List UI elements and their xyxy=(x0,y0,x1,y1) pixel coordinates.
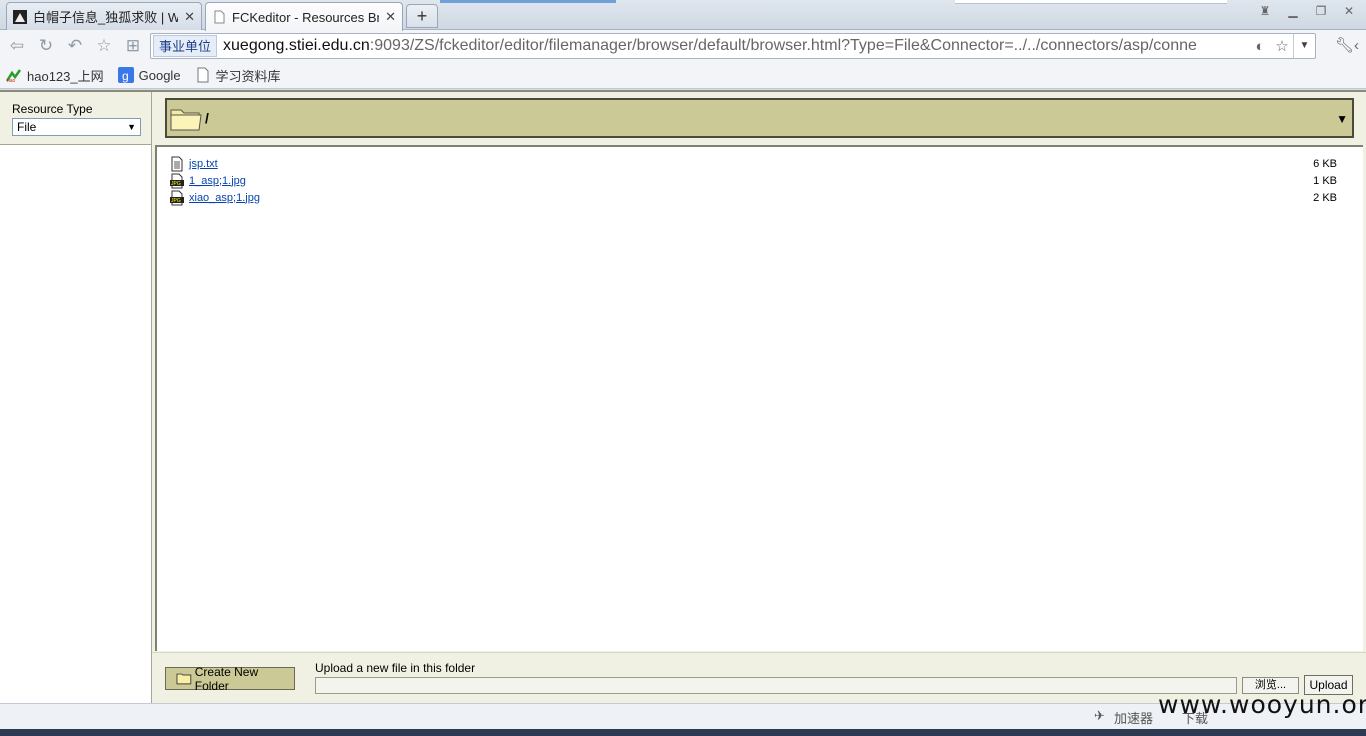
fck-file-browser: Resource Type File ▼ / ▼ jsp.txt 6 KB JP… xyxy=(0,90,1366,703)
close-window-icon[interactable]: ✕ xyxy=(1338,2,1360,20)
bookmark-label: Google xyxy=(138,67,181,83)
new-tab-button[interactable]: + xyxy=(406,4,438,28)
close-tab-icon[interactable]: ✕ xyxy=(385,9,396,25)
file-row[interactable]: jsp.txt 6 KB xyxy=(157,155,1363,172)
restore-icon[interactable]: ❐ xyxy=(1310,2,1332,20)
bookmark-label: hao123_上网 xyxy=(27,68,104,84)
current-folder-path: / xyxy=(205,110,209,126)
svg-text:JPG: JPG xyxy=(171,198,181,204)
address-bar[interactable]: 事业单位 xuegong.stiei.edu.cn:9093/ZS/fckedi… xyxy=(150,33,1316,59)
current-folder-bar: / ▼ xyxy=(165,98,1354,138)
file-size: 2 KB xyxy=(1313,191,1337,204)
chevron-down-icon: ▼ xyxy=(127,122,136,132)
tab-strip: 白帽子信息_独孤求败 | Wor ✕ FCKeditor - Resources… xyxy=(0,0,1366,31)
jpg-file-icon: JPG xyxy=(170,190,184,205)
hao123-icon: hao xyxy=(6,69,22,83)
create-folder-button[interactable]: Create New Folder xyxy=(165,664,295,693)
google-icon: g xyxy=(117,67,134,83)
file-size: 1 KB xyxy=(1313,174,1337,187)
close-tab-icon[interactable]: ✕ xyxy=(184,9,195,25)
watermark: www.wooyun.org xyxy=(1158,690,1366,719)
os-taskbar xyxy=(0,729,1366,736)
chevron-down-icon[interactable]: ▼ xyxy=(1293,34,1315,58)
jpg-file-icon: JPG xyxy=(170,173,184,188)
star-icon[interactable]: ☆ xyxy=(93,35,115,57)
file-row[interactable]: JPG xiao_asp;1.jpg 2 KB xyxy=(157,189,1363,206)
svg-text:JPG: JPG xyxy=(171,181,181,187)
upload-file-input[interactable] xyxy=(315,677,1237,694)
svg-text:hao: hao xyxy=(7,78,16,83)
bookmark-google[interactable]: g Google xyxy=(117,67,181,83)
page-icon xyxy=(197,67,209,83)
url-path: :9093/ZS/fckeditor/editor/filemanager/br… xyxy=(369,37,1197,54)
left-panel: Resource Type File ▼ xyxy=(0,92,152,703)
grid-icon[interactable]: ⊞ xyxy=(122,35,144,57)
tab-fckeditor[interactable]: FCKeditor - Resources Br ✕ xyxy=(205,2,403,31)
file-row[interactable]: JPG 1_asp;1.jpg 1 KB xyxy=(157,172,1363,189)
resource-type-select[interactable]: File ▼ xyxy=(12,118,141,136)
refresh-icon[interactable]: ↻ xyxy=(35,35,57,57)
file-list: jsp.txt 6 KB JPG 1_asp;1.jpg 1 KB JPG xi… xyxy=(155,145,1363,651)
hacker-icon xyxy=(13,9,27,24)
file-link[interactable]: xiao_asp;1.jpg xyxy=(189,192,260,204)
bookmark-star-icon[interactable]: ☆ xyxy=(1271,37,1293,55)
tab-baimaozi[interactable]: 白帽子信息_独孤求败 | Wor ✕ xyxy=(6,2,202,30)
url-host: xuegong.stiei.edu.cn xyxy=(223,37,370,54)
undo-icon[interactable]: ↶ xyxy=(64,35,86,57)
url-text[interactable]: xuegong.stiei.edu.cn:9093/ZS/fckeditor/e… xyxy=(223,37,1249,55)
accelerator-label[interactable]: 加速器 xyxy=(1114,708,1153,727)
bookmark-study[interactable]: 学习资料库 xyxy=(195,66,281,85)
chevron-down-icon[interactable]: ▼ xyxy=(1336,112,1348,126)
shirt-icon[interactable]: ♜ xyxy=(1254,2,1276,20)
bookmarks-bar: hao hao123_上网 g Google 学习资料库 xyxy=(0,62,1366,89)
bookmark-hao123[interactable]: hao hao123_上网 xyxy=(6,66,104,85)
folder-icon xyxy=(176,673,192,685)
tab-loading-indicator xyxy=(440,0,616,3)
resource-type-value: File xyxy=(17,120,37,134)
file-size: 6 KB xyxy=(1313,157,1337,170)
window-controls: ♜ ▁ ❐ ✕ xyxy=(1254,2,1360,20)
svg-text:g: g xyxy=(122,69,129,83)
create-folder-label: Create New Folder xyxy=(194,664,259,693)
upload-label: Upload a new file in this folder xyxy=(315,661,476,675)
file-link[interactable]: 1_asp;1.jpg xyxy=(189,175,246,187)
compat-mode-icon[interactable]: ◐ xyxy=(1249,38,1271,55)
file-link[interactable]: jsp.txt xyxy=(189,158,218,170)
page-icon xyxy=(214,10,225,24)
back-icon[interactable]: ⇦ xyxy=(6,35,28,57)
text-file-icon xyxy=(171,156,183,171)
navigation-bar: ⇦ ↻ ↶ ☆ ⊞ 事业单位 xuegong.stiei.edu.cn:9093… xyxy=(0,30,1366,62)
tab-label: 白帽子信息_独孤求败 | Wor xyxy=(33,10,179,25)
resource-type-label: Resource Type xyxy=(12,102,93,116)
tab-label: FCKeditor - Resources Br xyxy=(232,9,380,25)
tab-strip-blank xyxy=(955,0,1227,4)
minimize-icon[interactable]: ▁ xyxy=(1282,2,1304,20)
accelerator-icon[interactable]: ✈ xyxy=(1094,708,1105,724)
bookmark-label: 学习资料库 xyxy=(215,68,281,84)
resource-type-panel: Resource Type File ▼ xyxy=(0,92,151,145)
site-type-badge: 事业单位 xyxy=(153,35,218,57)
wrench-icon[interactable]: 🔧︎‹ xyxy=(1330,35,1364,57)
folder-icon xyxy=(170,109,202,131)
